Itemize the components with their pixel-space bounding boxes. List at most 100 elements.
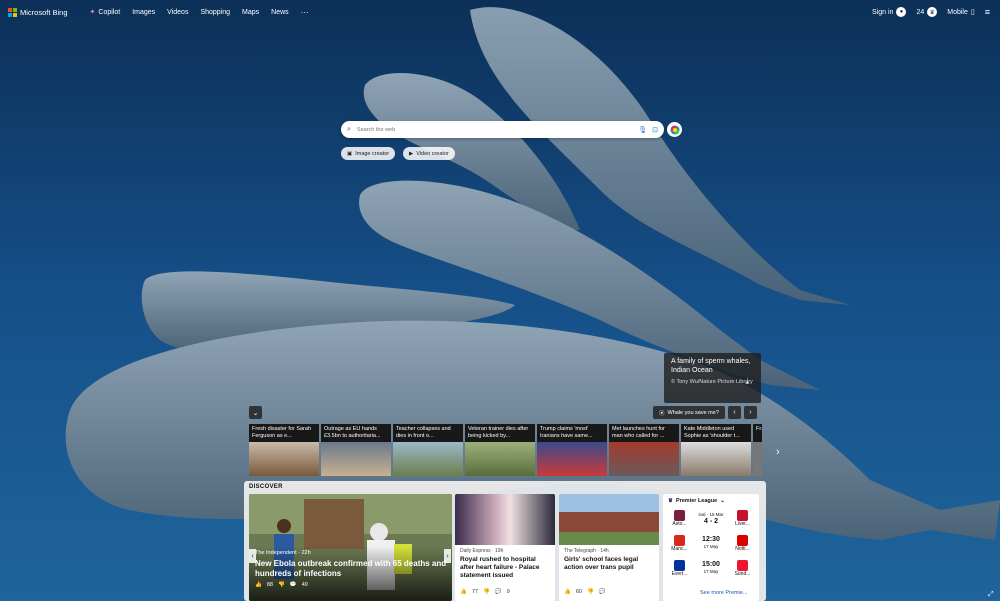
home-team-name: Asto... (672, 520, 687, 527)
brand-name: Microsoft Bing (20, 7, 68, 17)
news-story[interactable]: Kate Middleton used Sophie as 'shoulder … (681, 424, 751, 476)
nav-news-label: News (271, 8, 289, 16)
image-creator-chip[interactable]: ▣ Image creator (341, 147, 396, 160)
thumbs-down-icon[interactable]: 👎 (483, 589, 490, 595)
nav-shopping[interactable]: Shopping (200, 9, 230, 16)
story-headline: Outrage as EU hands £3.5bn to authoritar… (321, 424, 391, 442)
news-story[interactable]: Veteran trainer dies after being kicked … (465, 424, 535, 476)
article-card[interactable]: The Telegraph · 14h Girls' school faces … (559, 494, 659, 601)
nav-shopping-label: Shopping (200, 8, 231, 16)
microphone-icon[interactable]: 🎙 (638, 126, 647, 134)
match-score: 15:00 17 May (694, 561, 728, 575)
menu-icon[interactable]: ≡ (985, 7, 990, 17)
visual-search-icon[interactable]: ⊡ (652, 126, 658, 134)
story-headline: Fr... (753, 424, 762, 442)
prev-image-button[interactable]: ‹ (727, 406, 741, 419)
match-row[interactable]: Asto... inal · 15 Mar 4 - 2 Liver... (667, 507, 755, 529)
news-story[interactable]: Trump claims 'most' Iranians have same..… (537, 424, 607, 476)
comment-icon[interactable]: 💬 (599, 589, 606, 595)
nav-images-label: Images (132, 8, 156, 16)
nav-copilot[interactable]: ✦ Copilot (90, 8, 121, 17)
thumbs-up-icon[interactable]: 👍 (255, 582, 262, 588)
article-stats: 👍 77 👎 💬 9 (460, 589, 510, 595)
search-input[interactable] (354, 125, 639, 134)
article-headline: Royal rushed to hospital after heart fai… (460, 556, 540, 579)
match-row[interactable]: Manc... 12:30 17 May Notti... (667, 532, 755, 554)
nav-maps[interactable]: Maps (242, 9, 259, 16)
article-card[interactable]: Daily Express · 19h Royal rushed to hosp… (455, 494, 555, 601)
nav-images[interactable]: Images (132, 9, 155, 16)
chevron-down-icon[interactable]: ⌄ (720, 498, 725, 504)
away-team: Notti... (730, 534, 755, 552)
nav-maps-label: Maps (242, 8, 260, 16)
top-bar: Microsoft Bing ✦ Copilot Images Videos S… (0, 0, 1000, 24)
pl-title: ♛ Premier League ⌄ (668, 498, 759, 504)
sign-in-label: Sign in (872, 8, 894, 16)
search-box[interactable]: ⌕ 🎙 ⊡ (341, 121, 664, 138)
more-icon[interactable]: ··· (301, 8, 309, 17)
match-row[interactable]: Evert... 15:00 17 May Sund... (667, 557, 755, 579)
news-story[interactable]: Outrage as EU hands £3.5bn to authoritar… (321, 424, 391, 476)
home-team: Asto... (667, 509, 692, 527)
sign-in-button[interactable]: Sign in ● (872, 7, 907, 17)
bing-logo[interactable]: Microsoft Bing (8, 7, 68, 17)
story-headline: Met launches hunt for man who called for… (609, 424, 679, 442)
next-image-button[interactable]: › (743, 406, 757, 419)
match-date: 17 May (703, 544, 719, 549)
news-story[interactable]: Fresh disaster for Sarah Ferguson as e..… (249, 424, 319, 476)
quiz-button[interactable]: ⦿ Whale you save me? (653, 406, 725, 419)
video-creator-chip[interactable]: ▶ Video creator (403, 147, 455, 160)
location-pin-icon: ⦿ (659, 410, 665, 417)
hero-source: The Independent · 22h (255, 550, 311, 556)
see-more-link[interactable]: See more Premie... (700, 590, 747, 596)
team-crest-icon (674, 509, 685, 521)
story-image (537, 442, 607, 476)
hero-prev-button[interactable]: ‹ (249, 549, 256, 563)
home-team: Evert... (667, 559, 692, 577)
hero-article[interactable]: The Independent · 22h New Ebola outbreak… (249, 494, 452, 601)
thumbs-down-icon[interactable]: 👎 (587, 589, 594, 595)
thumbs-up-icon[interactable]: 👍 (564, 589, 571, 595)
match-time: 12:30 (702, 536, 720, 543)
comment-icon[interactable]: 💬 (495, 589, 502, 595)
rewards-button[interactable]: 24 ♛ (916, 7, 938, 17)
copilot-button[interactable] (667, 122, 682, 137)
match-score: inal · 15 Mar 4 - 2 (694, 511, 728, 525)
away-team-name: Notti... (735, 545, 750, 552)
news-story[interactable]: Teacher collapses and dies in front o... (393, 424, 463, 476)
download-icon[interactable]: ⤓ (745, 377, 749, 387)
news-story[interactable]: Met launches hunt for man who called for… (609, 424, 679, 476)
hero-next-button[interactable]: › (444, 549, 451, 563)
image-info-card[interactable]: A family of sperm whales, Indian Ocean ©… (664, 353, 761, 403)
thumbs-up-icon[interactable]: 👍 (460, 589, 467, 595)
microsoft-logo-icon (8, 7, 17, 17)
premier-league-widget[interactable]: ♛ Premier League ⌄ Asto... inal · 15 Mar… (663, 494, 759, 601)
story-headline: Veteran trainer dies after being kicked … (465, 424, 535, 442)
nav-videos[interactable]: Videos (167, 9, 188, 16)
away-team-name: Sund... (734, 570, 751, 577)
expand-icon[interactable]: ⤢ (988, 591, 994, 599)
story-headline: Fresh disaster for Sarah Ferguson as e..… (249, 424, 319, 442)
header-right: Sign in ● 24 ♛ Mobile ▯ ≡ (872, 7, 990, 17)
comment-icon[interactable]: 💬 (290, 582, 297, 588)
team-crest-icon (737, 559, 748, 571)
nav-news[interactable]: News (271, 9, 289, 16)
story-image (609, 442, 679, 476)
nav-videos-label: Videos (167, 8, 189, 16)
match-date: 17 May (703, 569, 719, 574)
story-image (321, 442, 391, 476)
story-image (393, 442, 463, 476)
home-team-name: Manc... (671, 545, 688, 552)
story-image (753, 442, 762, 476)
quiz-label: Whale you save me? (667, 409, 719, 416)
thumbs-down-icon[interactable]: 👎 (278, 582, 285, 588)
home-team: Manc... (667, 534, 692, 552)
video-creator-label: Video creator (416, 150, 449, 157)
home-team-name: Evert... (671, 570, 688, 577)
top-nav: ✦ Copilot Images Videos Shopping Maps Ne… (90, 8, 309, 17)
collapse-feed-button[interactable]: ⌄ (249, 406, 262, 419)
mobile-button[interactable]: Mobile ▯ (947, 8, 974, 17)
mobile-label: Mobile (947, 8, 968, 16)
news-story[interactable]: Fr... (753, 424, 762, 476)
strip-next-icon[interactable]: › (776, 446, 780, 458)
